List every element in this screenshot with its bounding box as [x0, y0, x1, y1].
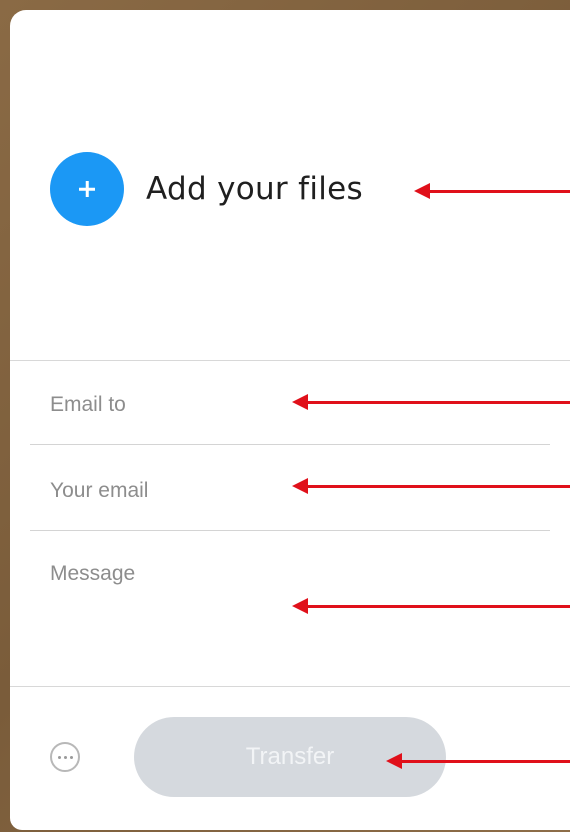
upload-divider — [10, 360, 570, 361]
annotation-arrow-your-email — [292, 478, 570, 494]
add-files-label: Add your files — [146, 171, 363, 207]
annotation-arrow-email-to — [292, 394, 570, 410]
add-files-button[interactable]: Add your files — [50, 152, 363, 226]
plus-icon[interactable] — [50, 152, 124, 226]
message-divider — [10, 686, 570, 687]
transfer-panel: Add your files Transfer — [10, 10, 570, 830]
annotation-arrow-transfer — [386, 753, 570, 769]
annotation-arrow-message — [292, 598, 570, 614]
email-to-divider — [30, 444, 550, 445]
more-options-icon[interactable] — [50, 742, 80, 772]
your-email-divider — [30, 530, 550, 531]
annotation-arrow-add-files — [414, 183, 570, 199]
